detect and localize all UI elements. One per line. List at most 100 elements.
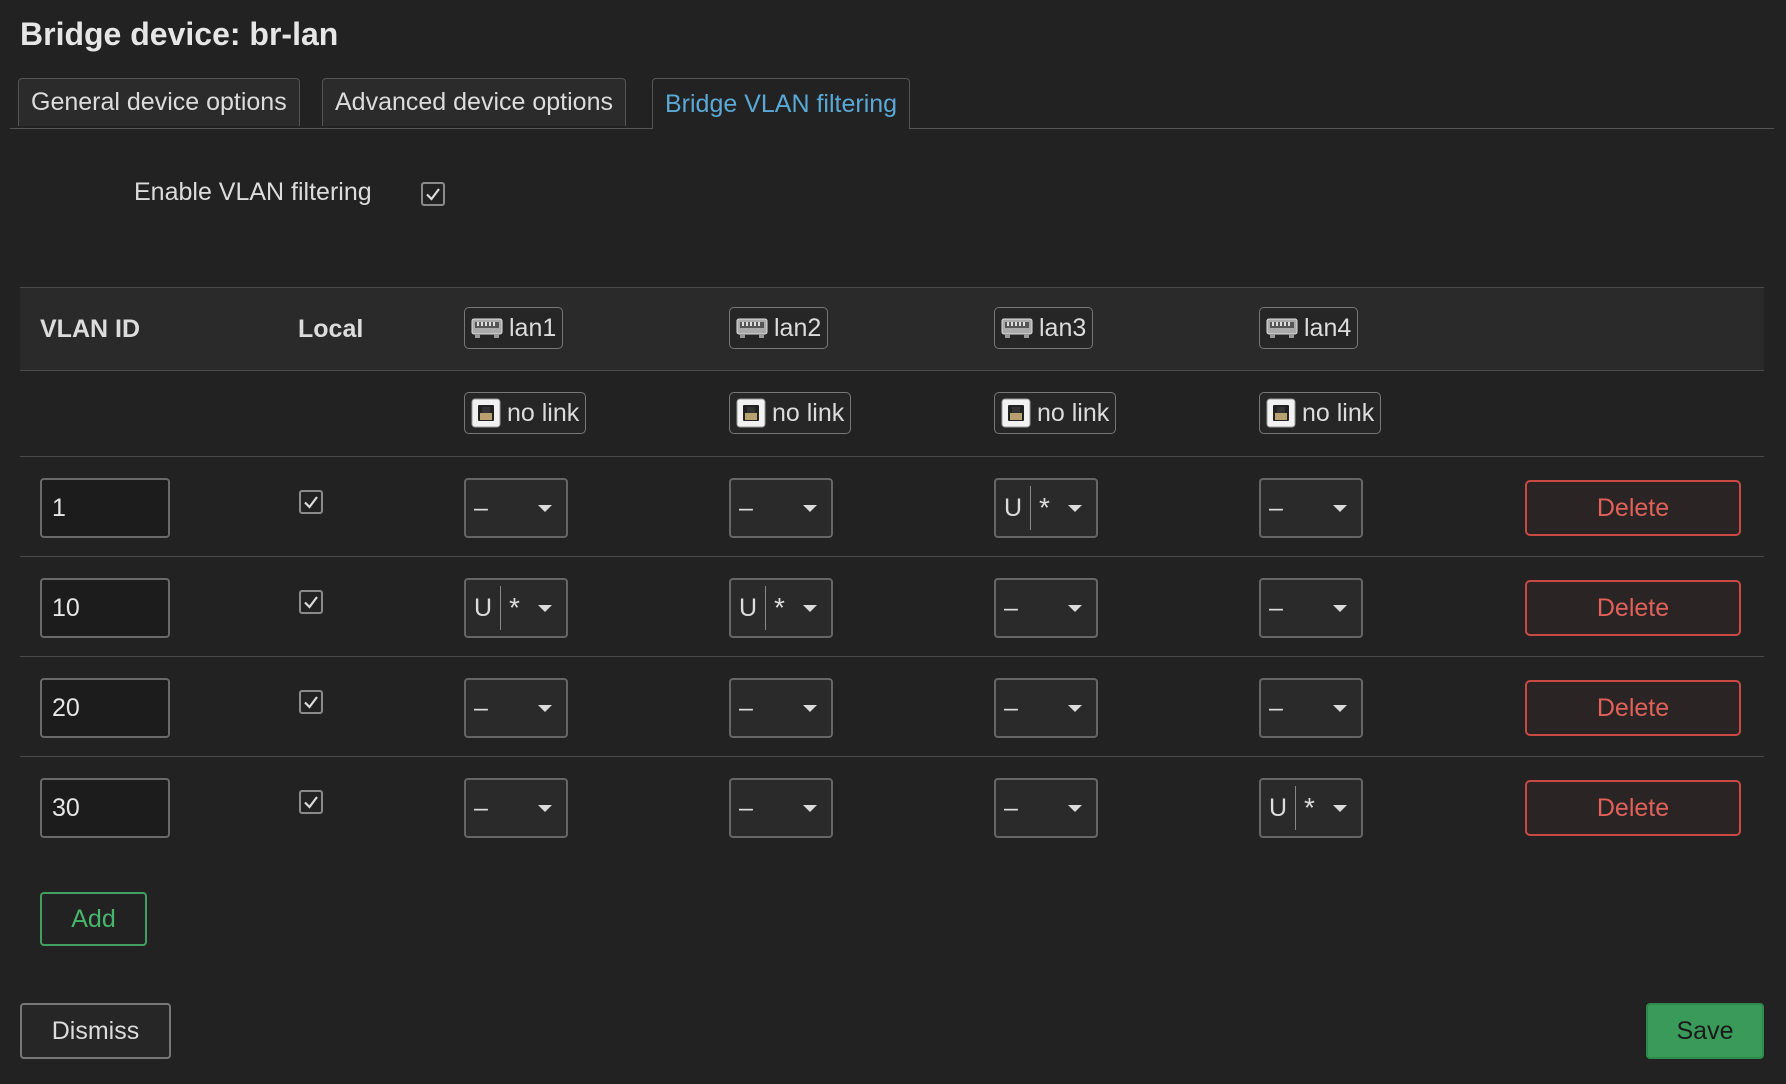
untagged-value: – (1004, 693, 1018, 722)
local-checkbox[interactable] (299, 490, 323, 514)
ethernet-port-icon (1001, 318, 1033, 338)
no-link-port-icon (1001, 398, 1031, 428)
chevron-down-icon (538, 705, 552, 712)
delete-button[interactable]: Delete (1525, 780, 1741, 836)
untagged-value: – (474, 793, 488, 822)
untagged-value: U (739, 593, 758, 622)
port-membership-select-lan1[interactable]: – (464, 478, 568, 538)
port-membership-select-lan2[interactable]: – (729, 778, 833, 838)
local-checkbox[interactable] (299, 590, 323, 614)
port-membership-select-lan2[interactable]: – (729, 678, 833, 738)
untagged-value: – (1004, 793, 1018, 822)
port-header-lan1: lan1 (464, 307, 564, 349)
delete-button[interactable]: Delete (1525, 680, 1741, 736)
local-checkbox[interactable] (299, 790, 323, 814)
tab-bar: General device options Advanced device o… (10, 78, 1774, 129)
untagged-value: – (1269, 493, 1283, 522)
port-name: lan1 (509, 313, 557, 342)
untagged-value: U (474, 593, 493, 622)
untagged-value: – (1004, 593, 1018, 622)
chevron-down-icon (538, 805, 552, 812)
port-membership-select-lan3[interactable]: – (994, 578, 1098, 638)
chevron-down-icon (1068, 505, 1082, 512)
chevron-down-icon (1333, 805, 1347, 812)
vlan-id-input[interactable]: 10 (40, 578, 170, 638)
port-membership-select-lan2[interactable]: – (729, 478, 833, 538)
port-header-lan4: lan4 (1259, 307, 1359, 349)
port-status-lan1: no link (464, 392, 587, 434)
port-status: no link (507, 398, 580, 427)
no-link-port-icon (1266, 398, 1296, 428)
vlan-id-input[interactable]: 1 (40, 478, 170, 538)
save-button[interactable]: Save (1646, 1003, 1764, 1059)
port-membership-select-lan3[interactable]: – (994, 778, 1098, 838)
chevron-down-icon (803, 705, 817, 712)
table-header (20, 287, 1764, 371)
row-divider (20, 456, 1764, 457)
checkmark-icon (304, 496, 318, 509)
delete-button[interactable]: Delete (1525, 480, 1741, 536)
port-membership-select-lan1[interactable]: – (464, 678, 568, 738)
port-status: no link (1037, 398, 1110, 427)
vlan-id-input[interactable]: 30 (40, 778, 170, 838)
port-membership-select-lan4[interactable]: – (1259, 478, 1363, 538)
untagged-value: – (474, 493, 488, 522)
tagged-value: * (1295, 786, 1330, 830)
untagged-value: – (1269, 593, 1283, 622)
port-membership-select-lan1[interactable]: – (464, 778, 568, 838)
checkmark-icon (426, 188, 440, 201)
delete-button[interactable]: Delete (1525, 580, 1741, 636)
port-membership-select-lan4[interactable]: – (1259, 678, 1363, 738)
chevron-down-icon (1068, 605, 1082, 612)
untagged-value: – (1269, 693, 1283, 722)
chevron-down-icon (1068, 805, 1082, 812)
untagged-value: – (739, 693, 753, 722)
ethernet-port-icon (736, 318, 768, 338)
chevron-down-icon (538, 505, 552, 512)
tab-advanced-device-options[interactable]: Advanced device options (322, 78, 626, 126)
tagged-value: * (500, 586, 535, 630)
local-checkbox[interactable] (299, 690, 323, 714)
port-membership-select-lan4[interactable]: U * (1259, 778, 1363, 838)
checkmark-icon (304, 596, 318, 609)
port-membership-select-lan2[interactable]: U * (729, 578, 833, 638)
port-status-lan4: no link (1259, 392, 1382, 434)
row-divider (20, 656, 1764, 657)
untagged-value: – (739, 493, 753, 522)
dialog-title: Bridge device: br-lan (20, 16, 339, 52)
ethernet-port-icon (1266, 318, 1298, 338)
tagged-value: * (1030, 486, 1065, 530)
port-membership-select-lan1[interactable]: U * (464, 578, 568, 638)
chevron-down-icon (803, 605, 817, 612)
tagged-value: * (765, 586, 800, 630)
enable-vlan-filtering-label: Enable VLAN filtering (134, 178, 372, 206)
untagged-value: – (739, 793, 753, 822)
port-membership-select-lan3[interactable]: U * (994, 478, 1098, 538)
chevron-down-icon (538, 605, 552, 612)
port-status-lan2: no link (729, 392, 852, 434)
vlan-id-input[interactable]: 20 (40, 678, 170, 738)
untagged-value: U (1004, 493, 1023, 522)
port-name: lan4 (1304, 313, 1352, 342)
column-header-local: Local (298, 315, 364, 343)
chevron-down-icon (803, 805, 817, 812)
chevron-down-icon (803, 505, 817, 512)
port-status: no link (772, 398, 845, 427)
checkmark-icon (304, 796, 318, 809)
enable-vlan-filtering-checkbox[interactable] (421, 182, 445, 206)
tab-general-device-options[interactable]: General device options (18, 78, 300, 126)
add-button[interactable]: Add (40, 892, 147, 946)
port-membership-select-lan4[interactable]: – (1259, 578, 1363, 638)
port-name: lan3 (1039, 313, 1087, 342)
tab-bridge-vlan-filtering[interactable]: Bridge VLAN filtering (652, 78, 911, 129)
chevron-down-icon (1068, 705, 1082, 712)
column-header-vlan-id: VLAN ID (40, 315, 140, 343)
ethernet-port-icon (471, 318, 503, 338)
chevron-down-icon (1333, 505, 1347, 512)
dismiss-button[interactable]: Dismiss (20, 1003, 171, 1059)
no-link-port-icon (471, 398, 501, 428)
port-header-lan3: lan3 (994, 307, 1094, 349)
untagged-value: – (474, 693, 488, 722)
port-membership-select-lan3[interactable]: – (994, 678, 1098, 738)
row-divider (20, 556, 1764, 557)
